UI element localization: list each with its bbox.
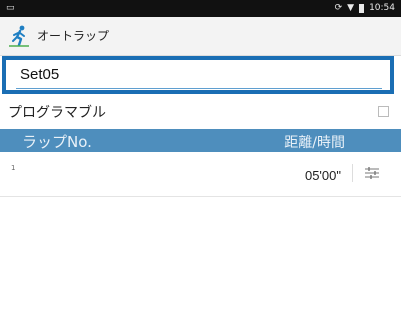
clock: 10:54 [369, 3, 395, 13]
settings-sliders-icon[interactable] [352, 164, 381, 182]
status-icons: ⟳ ▼ 10:54 [335, 0, 395, 17]
wifi-icon: ▼ [347, 3, 355, 13]
status-bar: ▭ ⟳ ▼ 10:54 [0, 0, 401, 17]
lap-value: 05'00" [304, 168, 341, 183]
notification-icon: ▭ [6, 3, 15, 13]
app-title: オートラップ [37, 29, 110, 43]
header-lap-no: ラップNo. [22, 133, 92, 151]
input-underline [16, 88, 382, 89]
programmable-row[interactable]: プログラマブル [0, 96, 401, 126]
app-bar: オートラップ [0, 17, 401, 56]
programmable-label: プログラマブル [8, 105, 106, 121]
name-input-value[interactable]: Set05 [20, 64, 59, 86]
name-input[interactable]: Set05 [2, 56, 394, 94]
battery-icon [359, 4, 365, 13]
sync-icon: ⟳ [334, 3, 343, 13]
header-distance-time: 距離/時間 [284, 135, 345, 151]
programmable-checkbox[interactable] [378, 106, 389, 117]
runner-icon[interactable] [7, 24, 31, 48]
table-header: ラップNo. 距離/時間 [0, 129, 401, 152]
table-row[interactable]: 1 05'00" [0, 152, 401, 197]
lap-number: 1 [11, 164, 16, 172]
